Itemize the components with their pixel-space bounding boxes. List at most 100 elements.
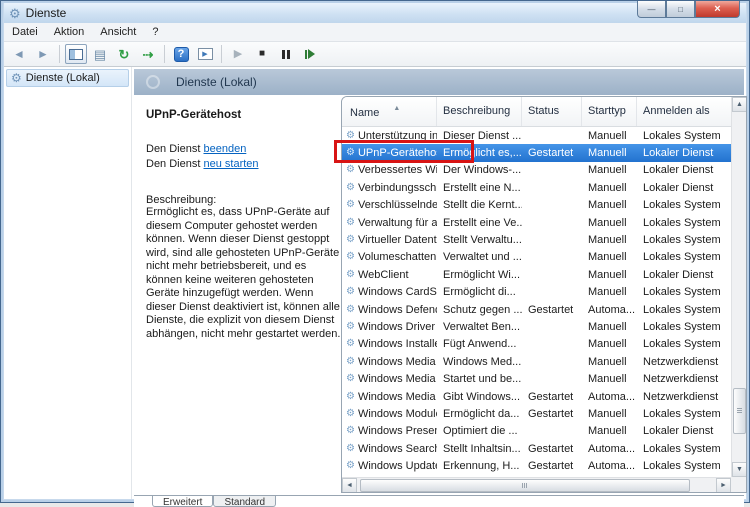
service-description-cell: Fügt Anwend... <box>437 338 522 350</box>
column-header-anmelden-als[interactable]: Anmelden als <box>637 97 731 126</box>
back-icon[interactable]: ◄ <box>8 44 30 64</box>
table-row[interactable]: ⚙Verschlüsselndes ...Stellt die Kernt...… <box>342 197 731 214</box>
table-row[interactable]: ⚙Windows Module...Ermöglicht da...Gestar… <box>342 405 731 422</box>
help-icon[interactable]: ? <box>170 44 192 64</box>
service-starttype-cell: Manuell <box>582 217 637 229</box>
service-description-cell: Der Windows-... <box>437 164 522 176</box>
service-description-cell: Gibt Windows... <box>437 391 522 403</box>
tab-standard[interactable]: Standard <box>213 496 276 507</box>
service-name: Windows CardSpa... <box>358 286 437 298</box>
service-name: Verbessertes Wind... <box>358 164 437 176</box>
table-row[interactable]: ⚙Windows SearchStellt Inhaltsin...Gestar… <box>342 440 731 457</box>
table-row[interactable]: ⚙Windows Media C...Windows Med...Manuell… <box>342 353 731 370</box>
service-status-cell: Gestartet <box>522 460 582 472</box>
horizontal-scroll-thumb[interactable] <box>360 479 690 492</box>
vertical-scrollbar[interactable]: ▲ ▼ <box>731 97 746 477</box>
column-header-status[interactable]: Status <box>522 97 582 126</box>
table-row[interactable]: ⚙WebClientErmöglicht Wi...ManuellLokaler… <box>342 266 731 283</box>
properties-icon[interactable]: ▤ <box>89 44 111 64</box>
service-starttype-cell: Automa... <box>582 391 637 403</box>
show-console-tree-icon[interactable] <box>65 44 87 64</box>
table-row[interactable]: ⚙Windows DefenderSchutz gegen ...Gestart… <box>342 301 731 318</box>
column-header-name[interactable]: Name ▲ <box>342 97 437 126</box>
service-gear-icon: ⚙ <box>346 270 355 280</box>
minimize-button[interactable]: — <box>637 1 666 18</box>
service-status-cell: Gestartet <box>522 443 582 455</box>
service-name: Windows Module... <box>358 408 437 420</box>
pane-header-title: Dienste (Lokal) <box>176 75 257 89</box>
table-row[interactable]: ⚙Verwaltung für au...Erstellt eine Ve...… <box>342 214 731 231</box>
service-description-cell: Verwaltet und ... <box>437 251 522 263</box>
service-name: Windows Update <box>358 460 437 472</box>
start-service-icon[interactable]: ▶ <box>227 44 249 64</box>
table-row[interactable]: ⚙Windows Media C...Startet und be...Manu… <box>342 370 731 387</box>
scroll-right-button[interactable]: ► <box>716 478 731 493</box>
menu-item-ansicht[interactable]: Ansicht <box>92 24 144 40</box>
horizontal-scrollbar[interactable]: ◄ ► <box>342 477 731 492</box>
service-gear-icon: ⚙ <box>346 218 355 228</box>
tab-erweitert[interactable]: Erweitert <box>152 496 213 507</box>
menu-bar: DateiAktionAnsicht? <box>4 23 746 42</box>
column-name-label: Name <box>350 107 379 119</box>
stop-service-link[interactable]: beenden <box>203 143 246 155</box>
service-logon-cell: Netzwerkdienst <box>637 391 731 403</box>
toolbar-separator <box>221 45 222 63</box>
service-description-cell: Windows Med... <box>437 356 522 368</box>
table-row[interactable]: ⚙Windows CardSpa...Ermöglicht di...Manue… <box>342 284 731 301</box>
tree-item-dienste-lokal[interactable]: ⚙ Dienste (Lokal) <box>6 69 129 87</box>
service-starttype-cell: Manuell <box>582 408 637 420</box>
service-starttype-cell: Manuell <box>582 425 637 437</box>
service-logon-cell: Lokales System <box>637 304 731 316</box>
table-row[interactable]: ⚙Windows Presenta...Optimiert die ...Man… <box>342 423 731 440</box>
scroll-down-button[interactable]: ▼ <box>732 462 747 477</box>
thumb-grip <box>737 408 742 414</box>
column-header-starttyp[interactable]: Starttyp <box>582 97 637 126</box>
table-row[interactable]: ⚙Virtueller Datenträ...Stellt Verwaltu..… <box>342 231 731 248</box>
service-starttype-cell: Manuell <box>582 199 637 211</box>
restart-service-icon[interactable] <box>299 44 321 64</box>
service-name: Windows Media C... <box>358 356 437 368</box>
service-description-cell: Erstellt eine N... <box>437 182 522 194</box>
table-row[interactable]: ⚙Verbessertes Wind...Der Windows-...Manu… <box>342 162 731 179</box>
service-name: Windows Defender <box>358 304 437 316</box>
service-name-cell: ⚙Windows Presenta... <box>342 425 437 437</box>
vertical-scroll-thumb[interactable] <box>733 388 746 434</box>
question-mark-glyph: ? <box>174 47 189 62</box>
column-header-beschreibung[interactable]: Beschreibung <box>437 97 522 126</box>
sort-ascending-icon: ▲ <box>393 105 400 112</box>
scroll-left-button[interactable]: ◄ <box>342 478 357 493</box>
scroll-up-button[interactable]: ▲ <box>732 97 747 112</box>
table-row[interactable]: ⚙Windows UpdateErkennung, H...GestartetA… <box>342 457 731 474</box>
forward-icon[interactable]: ► <box>32 44 54 64</box>
service-logon-cell: Lokales System <box>637 286 731 298</box>
stop-service-icon[interactable]: ■ <box>251 44 273 64</box>
table-row[interactable]: ⚙Windows Media P...Gibt Windows...Gestar… <box>342 388 731 405</box>
menu-item-?[interactable]: ? <box>144 24 166 40</box>
table-row[interactable]: ⚙Windows InstallerFügt Anwend...ManuellL… <box>342 336 731 353</box>
export-list-icon[interactable]: ⇢ <box>137 44 159 64</box>
title-bar[interactable]: ⚙ Dienste — □ × <box>4 3 746 23</box>
service-logon-cell: Lokales System <box>637 321 731 333</box>
service-logon-cell: Lokaler Dienst <box>637 164 731 176</box>
close-button[interactable]: × <box>695 1 740 18</box>
menu-item-aktion[interactable]: Aktion <box>46 24 93 40</box>
refresh-icon[interactable]: ↻ <box>113 44 135 64</box>
service-gear-icon: ⚙ <box>346 322 355 332</box>
service-name-cell: ⚙Windows Search <box>342 443 437 455</box>
pause-service-icon[interactable] <box>275 44 297 64</box>
service-gear-icon: ⚙ <box>346 165 355 175</box>
window-controls: — □ × <box>637 1 740 18</box>
service-starttype-cell: Manuell <box>582 373 637 385</box>
maximize-button[interactable]: □ <box>666 1 695 18</box>
service-name: Verschlüsselndes ... <box>358 199 437 211</box>
menu-item-datei[interactable]: Datei <box>4 24 46 40</box>
restart-service-link[interactable]: neu starten <box>203 158 258 170</box>
extended-view-icon[interactable]: ▶ <box>194 44 216 64</box>
pause-bars-glyph <box>282 50 290 59</box>
service-name: Windows Media C... <box>358 373 437 385</box>
table-row[interactable]: ⚙Windows Driver F...Verwaltet Ben...Manu… <box>342 318 731 335</box>
service-name-cell: ⚙Windows Defender <box>342 304 437 316</box>
service-name-cell: ⚙Verschlüsselndes ... <box>342 199 437 211</box>
table-row[interactable]: ⚙Verbindungsschic...Erstellt eine N...Ma… <box>342 179 731 196</box>
table-row[interactable]: ⚙Volumeschattenk...Verwaltet und ...Manu… <box>342 249 731 266</box>
